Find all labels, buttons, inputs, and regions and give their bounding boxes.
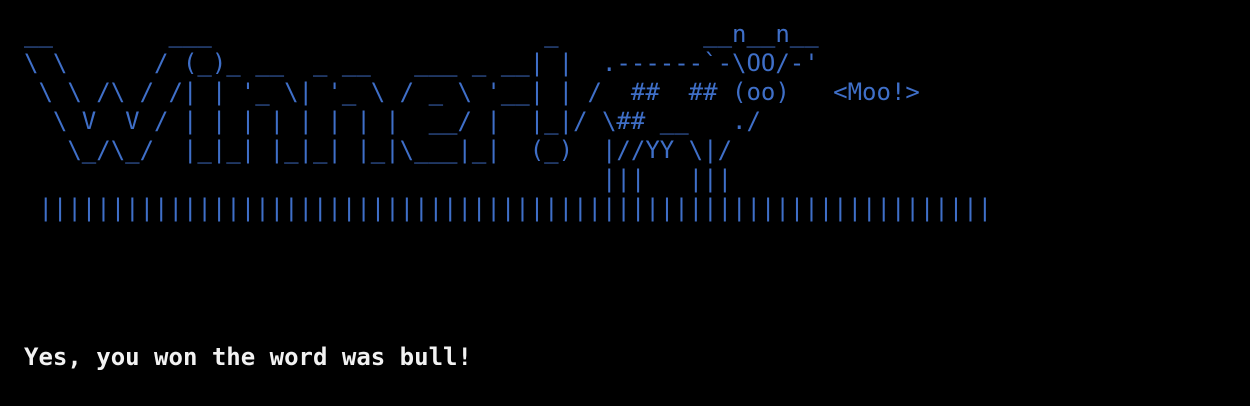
win-message: Yes, you won the word was bull! [24,343,472,371]
winner-ascii-art: __ ___ _ __n__n__ \ \ / (_)_ __ _ __ ___… [24,20,993,222]
terminal-window: __ ___ _ __n__n__ \ \ / (_)_ __ _ __ ___… [0,0,1250,406]
